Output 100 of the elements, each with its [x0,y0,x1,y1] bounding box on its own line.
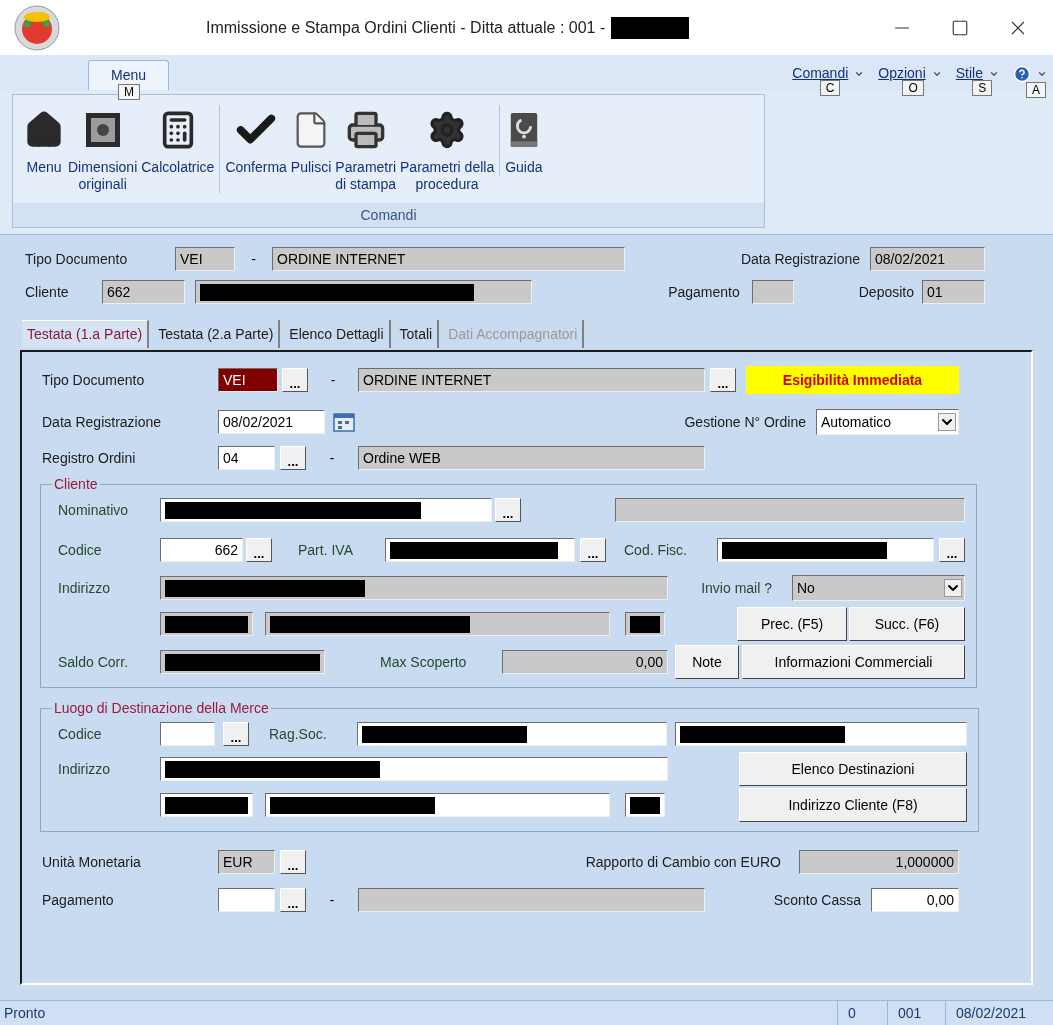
field-label: Rapporto di Cambio con EURO [585,852,781,872]
ribbon-button[interactable]: Menu [23,105,65,176]
form-tab[interactable]: Testata (1.a Parte) [22,320,150,348]
help-icon[interactable] [1013,64,1031,83]
field-label: Tipo Documento [42,370,146,390]
calendar-icon[interactable] [333,412,355,432]
ribbon-group-label: Comandi [13,203,764,227]
browse-button[interactable]: ... [246,538,272,562]
browse-button[interactable]: ... [939,538,965,562]
text-field[interactable]: Ordine WEB [358,446,705,470]
text-field[interactable] [385,538,575,562]
field-label: Pagamento [668,282,740,302]
text-field[interactable] [160,793,253,817]
form-button[interactable]: Elenco Destinazioni [739,752,967,786]
browse-button[interactable]: ... [280,850,306,874]
ribbon-button[interactable]: Guida [504,105,544,176]
dropdown-field[interactable]: No [792,575,965,601]
form-tab[interactable]: Elenco Dettagli [284,320,391,348]
separator-dash: - [250,249,257,269]
text-field[interactable]: 08/02/2021 [218,410,325,434]
text-field[interactable] [265,793,610,817]
text-field[interactable]: 01 [922,280,985,304]
separator-dash: - [329,370,337,390]
text-field[interactable]: VEI [175,247,235,271]
browse-button[interactable]: ... [495,498,521,522]
form-button[interactable]: Prec. (F5) [737,607,847,641]
ribbon-button[interactable]: Parametri della procedura [399,105,496,193]
separator-dash: - [328,890,336,910]
keytip: A [1025,81,1046,98]
text-field[interactable]: VEI [218,368,278,392]
text-field[interactable] [675,722,967,746]
form-button[interactable]: Succ. (F6) [849,607,965,641]
ribbon-button[interactable]: Dimensioni originali [67,105,139,193]
text-field[interactable]: 08/02/2021 [870,247,985,271]
text-field[interactable] [218,888,275,912]
text-field[interactable]: 0,00 [502,650,668,674]
browse-button[interactable]: ... [280,446,306,470]
field-label: Data Registrazione [740,249,860,269]
field-label: Invio mail ? [701,578,772,598]
field-label: Gestione N° Ordine [684,412,806,432]
text-field[interactable] [160,612,253,636]
browse-button[interactable]: ... [280,888,306,912]
dropdown-caret-icon [944,579,962,597]
window-title: Immissione e Stampa Ordini Clienti - Ditta attuale : 001 - [206,17,606,38]
form-button[interactable]: Note [675,645,739,679]
field-label: Indirizzo [58,578,112,598]
text-field[interactable] [357,722,667,746]
text-field[interactable] [160,757,668,781]
text-field[interactable]: ORDINE INTERNET [272,247,625,271]
field-label: Pagamento [42,890,115,910]
redaction-bar [630,615,660,633]
text-field[interactable]: 662 [102,280,185,304]
maximize-icon[interactable] [951,18,969,37]
browse-button[interactable]: ... [282,368,308,392]
dropdown-caret-icon [938,413,956,431]
field-label: Data Registrazione [42,412,163,432]
text-field[interactable]: 04 [218,446,275,470]
text-field[interactable]: 1,000000 [799,850,959,874]
ribbon-button[interactable]: Pulisci [289,105,333,176]
dropdown-field[interactable]: Automatico [816,409,959,435]
text-field[interactable] [625,612,665,636]
group-title: Cliente [53,475,99,494]
field-label: Nominativo [58,500,130,520]
text-field[interactable] [265,612,610,636]
form-tab[interactable]: Testata (2.a Parte) [153,320,281,348]
text-field[interactable] [358,888,705,912]
browse-button[interactable]: ... [223,722,249,746]
form-button[interactable]: Informazioni Commerciali [742,645,965,679]
field-label: Rag.Soc. [269,724,328,744]
status-panel: 08/02/2021 [945,1001,1035,1025]
logo-icon [14,4,60,51]
printer-icon [345,110,386,150]
form-tab[interactable]: Totali [394,320,440,348]
text-field[interactable] [160,576,668,600]
text-field[interactable] [160,498,492,522]
group-title: Luogo di Destinazione della Merce [53,699,270,718]
field-label: Tipo Documento [25,249,129,269]
text-field[interactable] [751,280,794,304]
text-field[interactable] [160,650,325,674]
text-field[interactable]: 662 [160,538,243,562]
browse-button[interactable]: ... [580,538,606,562]
browse-button[interactable]: ... [710,368,736,392]
status-panel: 001 [887,1001,945,1025]
status-text: Pronto [4,1003,46,1023]
text-field[interactable] [195,280,532,304]
text-field[interactable]: EUR [218,850,275,874]
text-field[interactable]: ORDINE INTERNET [358,368,705,392]
ribbon-button[interactable]: Conferma [224,105,288,176]
field-label: Deposito [858,282,914,302]
keytip: M [118,84,140,100]
ribbon-button[interactable]: Calcolatrice [140,105,216,176]
text-field[interactable] [625,793,665,817]
text-field[interactable]: 0,00 [871,888,959,912]
field-label: Saldo Corr. [58,652,130,672]
text-field[interactable] [615,498,965,522]
form-button[interactable]: Indirizzo Cliente (F8) [739,788,967,822]
text-field[interactable] [160,722,215,746]
house-icon [24,110,64,150]
text-field[interactable] [717,538,934,562]
ribbon-button[interactable]: Parametri di stampa [334,105,398,193]
